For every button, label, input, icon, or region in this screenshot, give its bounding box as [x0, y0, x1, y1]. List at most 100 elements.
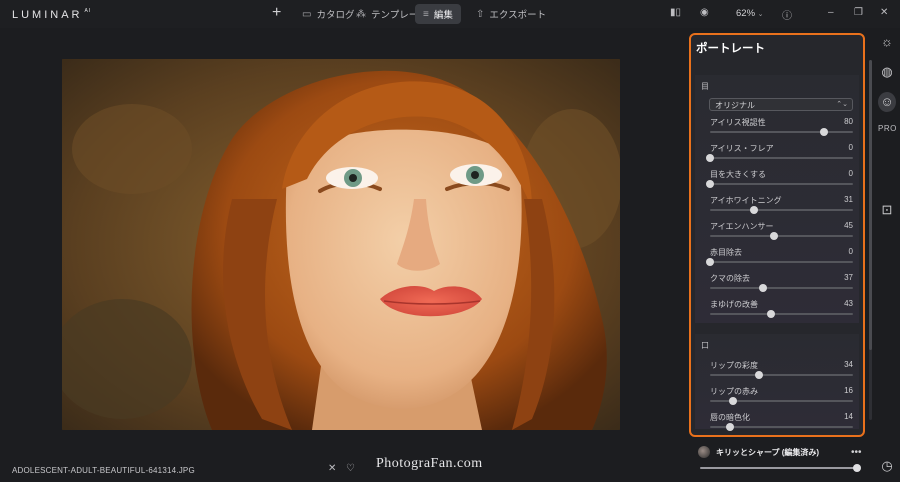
slider-row[interactable]: アイホワイトニング 31: [710, 192, 853, 218]
slider-label: リップの赤み: [710, 387, 758, 396]
restore-icon[interactable]: ❐: [854, 7, 863, 18]
slider-value: 80: [844, 117, 853, 126]
photo-filename: ADOLESCENT-ADULT-BEAUTIFUL-641314.JPG: [12, 466, 195, 475]
slider-row[interactable]: アイエンハンサー 45: [710, 218, 853, 244]
tab-label: エクスポート: [489, 10, 547, 21]
slider-row[interactable]: まゆげの改善 43: [710, 296, 853, 322]
slider-label: アイエンハンサー: [710, 222, 774, 231]
slider-knob[interactable]: [758, 284, 767, 292]
slider-value: 0: [848, 169, 853, 178]
slider-track[interactable]: [710, 235, 853, 237]
eye-preset-dropdown[interactable]: オリジナル ⌃⌄: [709, 98, 853, 111]
slider-label: 唇の暗色化: [710, 413, 750, 422]
pro-icon[interactable]: PRO: [878, 124, 897, 133]
slider-value: 31: [844, 195, 853, 204]
slider-row[interactable]: アイリス視認性 80: [710, 114, 853, 140]
export-icon: ⇧: [476, 8, 485, 20]
slider-knob[interactable]: [706, 154, 714, 162]
slider-knob[interactable]: [767, 310, 776, 318]
preset-thumbnail: [698, 446, 710, 458]
slider-track[interactable]: [710, 313, 853, 315]
reject-icon[interactable]: ✕: [328, 463, 336, 474]
slider-label: 赤目除去: [710, 248, 742, 257]
palette-icon[interactable]: ◍: [878, 64, 896, 80]
slider-label: アイリス・フレア: [710, 144, 774, 153]
slider-track[interactable]: [710, 131, 853, 133]
slider-knob[interactable]: [754, 371, 763, 379]
slider-knob[interactable]: [750, 206, 759, 214]
slider-track[interactable]: [710, 374, 853, 376]
slider-track[interactable]: [710, 157, 853, 159]
history-icon[interactable]: ◷: [878, 458, 896, 474]
eye-sliders: アイリス視認性 80 アイリス・フレア 0 目を大きくする 0 アイホワイトニング 31 アイエ…: [695, 114, 859, 322]
info-icon[interactable]: ⓘ: [782, 7, 792, 22]
slider-knob[interactable]: [706, 258, 714, 266]
portrait-panel: ポートレート 目 オリジナル ⌃⌄ アイリス視認性 80 アイリス・フレア 0 目を大き…: [689, 33, 865, 437]
slider-row[interactable]: リップの赤み 16: [710, 383, 853, 409]
smile-icon[interactable]: ☺: [878, 92, 896, 112]
tab-export[interactable]: ⇧ エクスポート: [468, 4, 554, 24]
panel-scrollbar[interactable]: [869, 60, 872, 420]
template-icon: ⁂: [356, 8, 366, 20]
slider-label: アイホワイトニング: [710, 196, 782, 205]
slider-knob[interactable]: [770, 232, 779, 240]
slider-track[interactable]: [710, 261, 853, 263]
slider-label: リップの彩度: [710, 361, 758, 370]
slider-label: クマの除去: [710, 274, 750, 283]
slider-knob[interactable]: [706, 180, 714, 188]
dropdown-value: オリジナル: [715, 101, 755, 110]
slider-row[interactable]: クマの除去 37: [710, 270, 853, 296]
eye-section: 目 オリジナル ⌃⌄ アイリス視認性 80 アイリス・フレア 0 目を大きくする 0 アイホ…: [695, 75, 859, 323]
preset-amount-track[interactable]: [700, 467, 857, 469]
slider-row[interactable]: リップの彩度 34: [710, 357, 853, 383]
tab-edit[interactable]: ≡ 編集: [415, 4, 461, 24]
photo-canvas[interactable]: [62, 59, 620, 430]
slider-value: 16: [844, 386, 853, 395]
slider-row[interactable]: 唇の暗色化 14: [710, 409, 853, 435]
watermark: PhotograFan.com: [376, 456, 483, 471]
heart-icon[interactable]: ♡: [346, 463, 355, 474]
slider-knob[interactable]: [726, 423, 735, 431]
slider-label: アイリス視認性: [710, 118, 766, 127]
slider-value: 34: [844, 360, 853, 369]
eye-icon[interactable]: ◉: [700, 7, 709, 18]
chevron-updown-icon: ⌃⌄: [836, 101, 848, 108]
mouth-sliders: リップの彩度 34 リップの赤み 16 唇の暗色化 14: [695, 357, 859, 435]
edit-icon: ≡: [423, 8, 429, 20]
layers-icon[interactable]: ⊡: [878, 202, 896, 218]
mouth-section: 口 リップの彩度 34 リップの赤み 16 唇の暗色化 14: [695, 334, 859, 431]
compare-icon[interactable]: ▮▯: [670, 7, 681, 18]
slider-track[interactable]: [710, 209, 853, 211]
slider-row[interactable]: 赤目除去 0: [706, 244, 853, 270]
add-icon[interactable]: +: [272, 4, 281, 22]
scrollbar-thumb[interactable]: [869, 60, 872, 350]
top-bar: LUMINAR AI + ▭ カタログ ⁂ テンプレート ≡ 編集 ⇧ エクスポー…: [0, 0, 900, 28]
preset-name: キリッとシャープ (編集済み): [716, 447, 820, 457]
slider-label: まゆげの改善: [710, 300, 758, 309]
sun-icon[interactable]: ☼: [878, 34, 896, 49]
slider-label: 目を大きくする: [710, 170, 766, 179]
slider-knob[interactable]: [728, 397, 737, 405]
slider-row[interactable]: 目を大きくする 0: [706, 166, 853, 192]
slider-value: 0: [848, 143, 853, 152]
zoom-level[interactable]: 62% ⌄: [736, 8, 764, 19]
close-icon[interactable]: ✕: [880, 7, 888, 18]
folder-icon: ▭: [302, 8, 312, 20]
panel-title: ポートレート: [696, 43, 765, 55]
slider-knob[interactable]: [820, 128, 829, 136]
slider-value: 37: [844, 273, 853, 282]
minimize-icon[interactable]: –: [828, 7, 834, 18]
mouth-section-heading: 口: [701, 341, 709, 350]
tab-label: 編集: [433, 10, 453, 21]
preset-row[interactable]: キリッとシャープ (編集済み): [698, 446, 819, 458]
preset-amount-knob[interactable]: [853, 464, 861, 472]
slider-row[interactable]: アイリス・フレア 0: [706, 140, 853, 166]
slider-track[interactable]: [710, 287, 853, 289]
eye-section-heading: 目: [701, 82, 709, 91]
more-icon[interactable]: •••: [851, 447, 862, 458]
slider-value: 45: [844, 221, 853, 230]
slider-value: 0: [848, 247, 853, 256]
portrait-image: [62, 59, 620, 430]
slider-track[interactable]: [710, 183, 853, 185]
slider-value: 43: [844, 299, 853, 308]
